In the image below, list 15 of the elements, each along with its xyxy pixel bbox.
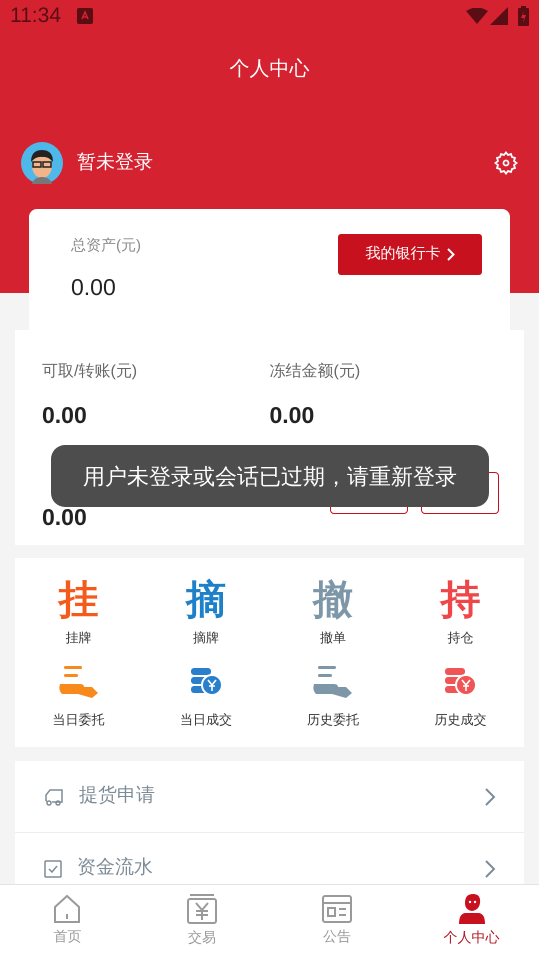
- menu-label: 资金流水: [77, 856, 153, 880]
- page-title: 个人中心: [230, 57, 310, 82]
- fund-label: 可取/转账(元): [42, 362, 138, 382]
- fund-label: 冻结金额(元): [270, 362, 362, 382]
- glyph-icon: 摘: [186, 580, 226, 620]
- glyph-icon: 挂: [58, 580, 99, 620]
- status-time: 11:34: [10, 3, 61, 30]
- fund-value: 0.00: [270, 401, 316, 430]
- glyph-icon: 持: [440, 580, 480, 620]
- glyph-icon: 撤: [313, 580, 354, 620]
- toast: 用户未登录或会话已过期，请重新登录: [51, 445, 489, 507]
- fund-value: 0.00: [42, 401, 88, 430]
- asset-value: 0.00: [71, 272, 117, 302]
- asset-label: 总资产(元): [71, 236, 142, 256]
- menu-label: 提货申请: [79, 784, 155, 808]
